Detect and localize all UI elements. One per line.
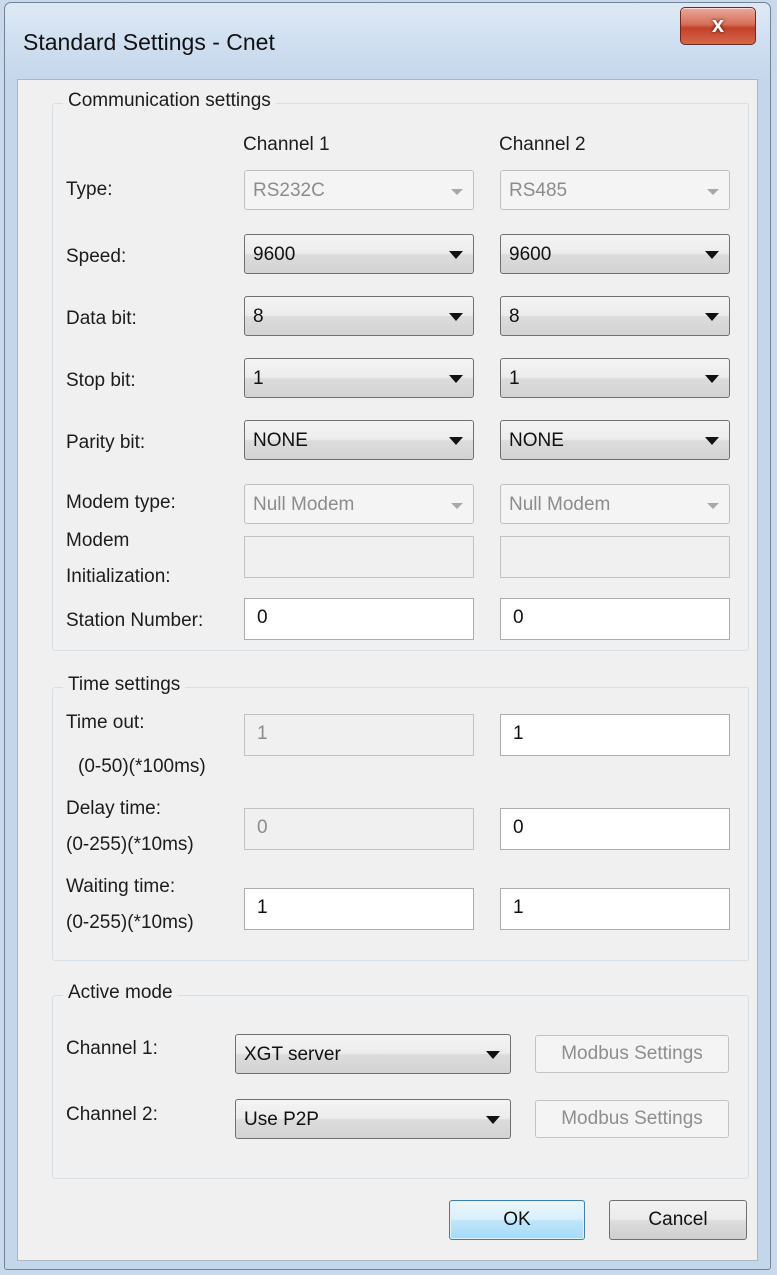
chevron-down-icon <box>705 437 719 445</box>
active-mode-group: Active mode Channel 1: XGT server Modbus… <box>52 982 749 1179</box>
modem-type-channel1-value: Null Modem <box>253 494 355 515</box>
window-title: Standard Settings - Cnet <box>23 29 275 55</box>
modem-type-label: Modem type: <box>66 492 176 513</box>
chevron-down-icon <box>449 437 463 445</box>
modem-init-channel1-field <box>244 536 474 578</box>
type-label: Type: <box>66 179 113 200</box>
chevron-down-icon <box>705 375 719 383</box>
time-out-label: Time out: <box>66 712 145 733</box>
station-number-channel1-value: 0 <box>257 607 268 628</box>
stop-bit-channel2-value: 1 <box>509 368 520 389</box>
stop-bit-channel1-select[interactable]: 1 <box>244 358 474 398</box>
waiting-time-range-label: (0-255)(*10ms) <box>66 912 194 933</box>
type-channel2-select: RS485 <box>500 170 730 210</box>
chevron-down-icon <box>449 375 463 383</box>
settings-dialog: Standard Settings - Cnet x Communication… <box>4 2 771 1270</box>
time-out-channel2-value: 1 <box>513 723 524 744</box>
delay-time-range-label: (0-255)(*10ms) <box>66 834 194 855</box>
time-settings-legend: Time settings <box>63 674 186 696</box>
type-channel1-value: RS232C <box>253 180 325 201</box>
chevron-down-icon <box>707 503 719 509</box>
active-mode-legend: Active mode <box>63 982 178 1004</box>
parity-bit-channel2-value: NONE <box>509 430 564 451</box>
channel2-modbus-settings-button[interactable]: Modbus Settings <box>535 1100 729 1138</box>
time-out-channel1-value: 1 <box>257 723 268 744</box>
modem-type-channel2-value: Null Modem <box>509 494 611 515</box>
data-bit-channel2-select[interactable]: 8 <box>500 296 730 336</box>
stop-bit-label: Stop bit: <box>66 370 136 391</box>
time-settings-group: Time settings Time out: (0-50)(*100ms) 1… <box>52 674 749 961</box>
stop-bit-channel2-select[interactable]: 1 <box>500 358 730 398</box>
modem-init-label-line2: Initialization: <box>66 566 171 587</box>
chevron-down-icon <box>449 251 463 259</box>
station-number-channel2-value: 0 <box>513 607 524 628</box>
chevron-down-icon <box>707 189 719 195</box>
title-bar[interactable]: Standard Settings - Cnet x <box>5 3 770 79</box>
chevron-down-icon <box>451 503 463 509</box>
chevron-down-icon <box>486 1116 500 1124</box>
parity-bit-channel2-select[interactable]: NONE <box>500 420 730 460</box>
waiting-time-channel2-field[interactable]: 1 <box>500 888 730 930</box>
waiting-time-channel2-value: 1 <box>513 897 524 918</box>
channel1-modbus-settings-button[interactable]: Modbus Settings <box>535 1035 729 1073</box>
station-number-channel1-field[interactable]: 0 <box>244 598 474 640</box>
channel2-header: Channel 2 <box>499 134 586 155</box>
waiting-time-channel1-field[interactable]: 1 <box>244 888 474 930</box>
active-channel2-mode-value: Use P2P <box>244 1109 319 1130</box>
active-channel1-mode-value: XGT server <box>244 1044 341 1065</box>
data-bit-channel1-value: 8 <box>253 306 264 327</box>
data-bit-channel1-select[interactable]: 8 <box>244 296 474 336</box>
chevron-down-icon <box>486 1051 500 1059</box>
speed-label: Speed: <box>66 246 127 267</box>
parity-bit-channel1-select[interactable]: NONE <box>244 420 474 460</box>
chevron-down-icon <box>451 189 463 195</box>
station-number-label: Station Number: <box>66 610 204 631</box>
station-number-channel2-field[interactable]: 0 <box>500 598 730 640</box>
speed-channel1-value: 9600 <box>253 244 296 265</box>
type-channel2-value: RS485 <box>509 180 568 201</box>
active-channel2-mode-select[interactable]: Use P2P <box>235 1099 511 1139</box>
time-out-channel2-field[interactable]: 1 <box>500 714 730 756</box>
active-channel1-label: Channel 1: <box>66 1038 158 1059</box>
type-channel1-select: RS232C <box>244 170 474 210</box>
active-channel2-label: Channel 2: <box>66 1104 158 1125</box>
chevron-down-icon <box>705 251 719 259</box>
speed-channel2-select[interactable]: 9600 <box>500 234 730 274</box>
time-out-channel1-field: 1 <box>244 714 474 756</box>
chevron-down-icon <box>449 313 463 321</box>
modem-init-channel2-field <box>500 536 730 578</box>
waiting-time-channel1-value: 1 <box>257 897 268 918</box>
data-bit-channel2-value: 8 <box>509 306 520 327</box>
speed-channel2-value: 9600 <box>509 244 552 265</box>
delay-time-label: Delay time: <box>66 798 162 819</box>
delay-time-channel1-field: 0 <box>244 808 474 850</box>
channel1-header: Channel 1 <box>243 134 330 155</box>
waiting-time-label: Waiting time: <box>66 876 176 897</box>
close-button[interactable]: x <box>680 7 756 45</box>
speed-channel1-select[interactable]: 9600 <box>244 234 474 274</box>
stop-bit-channel1-value: 1 <box>253 368 264 389</box>
dialog-body: Communication settings Channel 1 Channel… <box>17 79 758 1261</box>
modem-init-label-line1: Modem <box>66 530 130 551</box>
data-bit-label: Data bit: <box>66 308 137 329</box>
ok-button[interactable]: OK <box>449 1200 585 1240</box>
communication-settings-legend: Communication settings <box>63 90 276 112</box>
delay-time-channel1-value: 0 <box>257 817 268 838</box>
chevron-down-icon <box>705 313 719 321</box>
time-out-range-label: (0-50)(*100ms) <box>78 756 206 777</box>
modem-type-channel1-select: Null Modem <box>244 484 474 524</box>
parity-bit-channel1-value: NONE <box>253 430 308 451</box>
close-icon: x <box>711 12 725 37</box>
parity-bit-label: Parity bit: <box>66 432 146 453</box>
delay-time-channel2-field[interactable]: 0 <box>500 808 730 850</box>
cancel-button[interactable]: Cancel <box>609 1200 747 1240</box>
delay-time-channel2-value: 0 <box>513 817 524 838</box>
modem-type-channel2-select: Null Modem <box>500 484 730 524</box>
communication-settings-group: Communication settings Channel 1 Channel… <box>52 90 749 651</box>
active-channel1-mode-select[interactable]: XGT server <box>235 1034 511 1074</box>
